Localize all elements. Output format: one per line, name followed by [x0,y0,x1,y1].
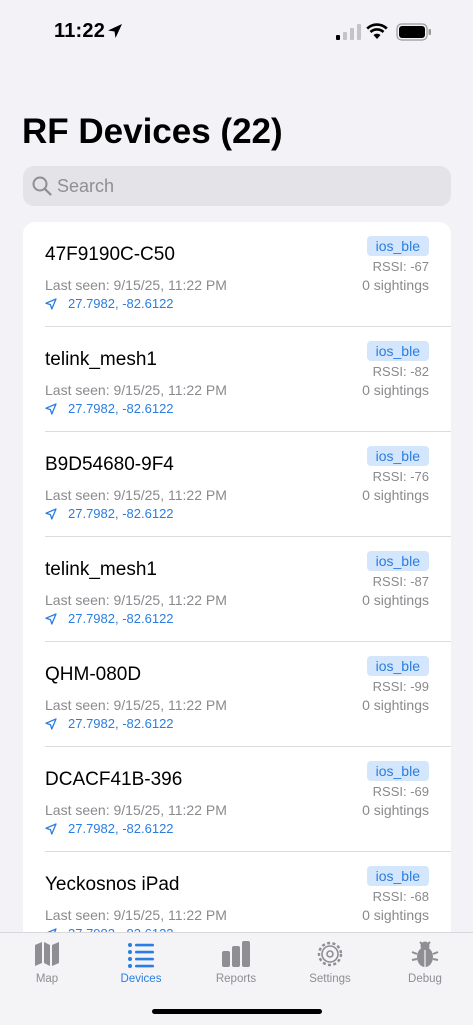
tab-map[interactable]: Map [7,939,87,991]
sightings-count: 0 sightings [362,802,429,818]
device-coordinates: 27.7982, -82.6122 [68,821,174,836]
cellular-signal-icon [336,24,361,40]
tab-devices[interactable]: Devices [101,939,181,991]
search-icon [32,176,52,196]
device-name: QHM-080D [45,664,142,685]
home-indicator[interactable] [152,1009,322,1014]
device-name: Yeckosnos iPad [45,874,180,895]
status-bar: 11:22 [0,0,473,60]
tab-reports[interactable]: Reports [196,939,276,991]
device-row[interactable]: QHM-080D Last seen: 9/15/25, 11:22 PM 27… [23,642,451,747]
last-seen: Last seen: 9/15/25, 11:22 PM [45,487,227,503]
device-name: 47F9190C-C50 [45,244,175,265]
sightings-count: 0 sightings [362,277,429,293]
source-badge: ios_ble [366,551,429,571]
source-badge: ios_ble [366,236,429,256]
rssi-value: RSSI: -82 [372,364,429,379]
rssi-value: RSSI: -68 [372,889,429,904]
search-input[interactable] [57,166,437,206]
sightings-count: 0 sightings [362,382,429,398]
tab-settings[interactable]: Settings [290,939,370,991]
page-title: RF Devices (22) [22,112,283,151]
device-name: DCACF41B-396 [45,769,183,790]
rssi-value: RSSI: -76 [372,469,429,484]
bug-icon [411,941,439,967]
sightings-count: 0 sightings [362,487,429,503]
device-coordinates: 27.7982, -82.6122 [68,716,174,731]
device-name: B9D54680-9F4 [45,454,174,475]
source-badge: ios_ble [366,761,429,781]
location-arrow-icon [45,613,57,625]
rssi-value: RSSI: -87 [372,574,429,589]
last-seen: Last seen: 9/15/25, 11:22 PM [45,907,227,923]
source-badge: ios_ble [366,656,429,676]
rssi-value: RSSI: -99 [372,679,429,694]
device-name: telink_mesh1 [45,349,157,370]
device-coordinates: 27.7982, -82.6122 [68,401,174,416]
wifi-icon [366,23,388,39]
status-time: 11:22 [54,20,106,42]
map-icon [35,942,59,966]
sightings-count: 0 sightings [362,592,429,608]
device-row[interactable]: DCACF41B-396 Last seen: 9/15/25, 11:22 P… [23,747,451,852]
device-row[interactable]: telink_mesh1 Last seen: 9/15/25, 11:22 P… [23,537,451,642]
tab-label: Settings [309,973,351,985]
location-arrow-icon [45,823,57,835]
tab-label: Debug [408,973,442,985]
device-row[interactable]: B9D54680-9F4 Last seen: 9/15/25, 11:22 P… [23,432,451,537]
rssi-value: RSSI: -67 [372,259,429,274]
source-badge: ios_ble [366,341,429,361]
rssi-value: RSSI: -69 [372,784,429,799]
battery-icon [396,23,431,41]
device-list: 47F9190C-C50 Last seen: 9/15/25, 11:22 P… [23,222,451,942]
device-coordinates: 27.7982, -82.6122 [68,296,174,311]
device-row[interactable]: telink_mesh1 Last seen: 9/15/25, 11:22 P… [23,327,451,432]
sightings-count: 0 sightings [362,907,429,923]
tab-label: Reports [215,973,257,985]
source-badge: ios_ble [366,446,429,466]
last-seen: Last seen: 9/15/25, 11:22 PM [45,382,227,398]
location-arrow-icon [45,718,57,730]
device-row[interactable]: 47F9190C-C50 Last seen: 9/15/25, 11:22 P… [23,222,451,327]
location-arrow-icon [108,24,122,38]
location-arrow-icon [45,508,57,520]
tab-label: Map [35,973,59,985]
gear-icon [317,941,343,967]
device-coordinates: 27.7982, -82.6122 [68,506,174,521]
device-coordinates: 27.7982, -82.6122 [68,611,174,626]
sightings-count: 0 sightings [362,697,429,713]
device-row[interactable]: Yeckosnos iPad Last seen: 9/15/25, 11:22… [23,852,451,942]
tab-debug[interactable]: Debug [385,939,465,991]
location-arrow-icon [45,403,57,415]
last-seen: Last seen: 9/15/25, 11:22 PM [45,697,227,713]
last-seen: Last seen: 9/15/25, 11:22 PM [45,592,227,608]
location-arrow-icon [45,298,57,310]
device-name: telink_mesh1 [45,559,157,580]
search-bar[interactable] [23,166,451,206]
source-badge: ios_ble [366,866,429,886]
bar-chart-icon [222,941,250,967]
last-seen: Last seen: 9/15/25, 11:22 PM [45,277,227,293]
last-seen: Last seen: 9/15/25, 11:22 PM [45,802,227,818]
tab-label: Devices [120,973,162,985]
list-icon [128,943,154,968]
